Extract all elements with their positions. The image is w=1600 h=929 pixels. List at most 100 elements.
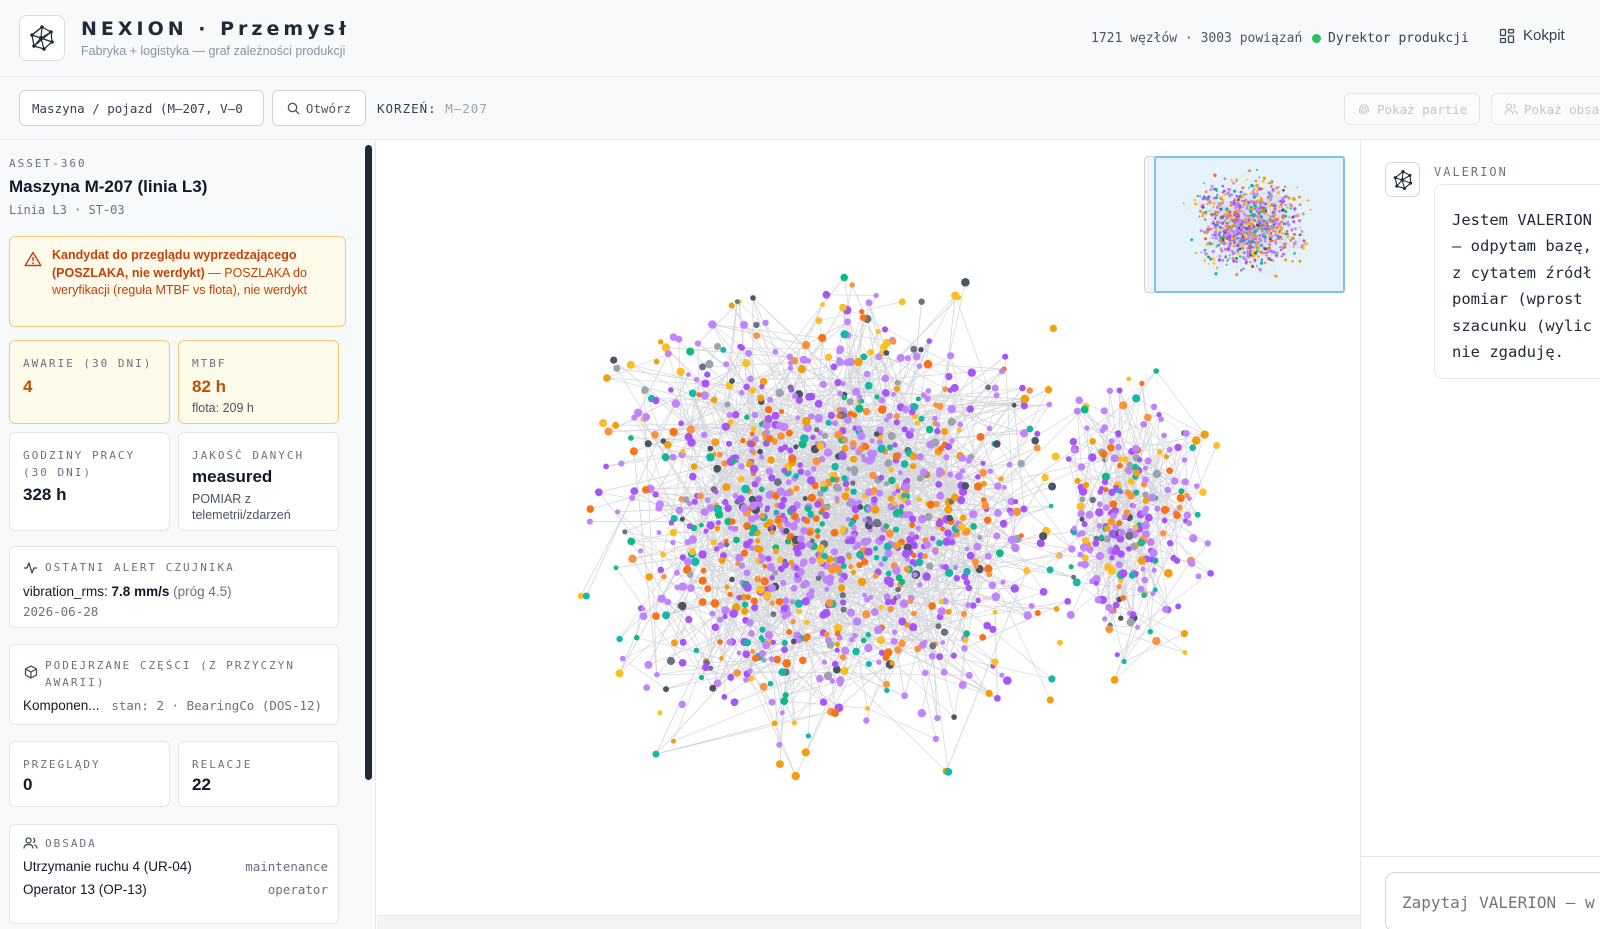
graph-node [850, 519, 856, 525]
graph-node [919, 468, 928, 476]
graph-node [675, 506, 684, 515]
graph-node [724, 542, 730, 548]
graph-node [894, 646, 902, 654]
graph-node [1119, 401, 1128, 410]
graph-node [687, 571, 694, 578]
graph-node [743, 383, 750, 391]
graph-node [876, 659, 882, 665]
graph-node [603, 463, 609, 470]
graph-node [952, 564, 959, 571]
graph-node [846, 466, 852, 472]
asset-search-input[interactable] [19, 90, 264, 126]
staff-row[interactable]: Utrzymanie ruchu 4 (UR-04) maintenance [23, 859, 328, 874]
graph-node [884, 459, 893, 467]
open-label: Otwórz [305, 100, 352, 116]
panel-scrollbar[interactable] [365, 145, 372, 780]
graph-node [935, 623, 942, 630]
graph-node [918, 347, 924, 353]
graph-node [840, 381, 846, 387]
graph-node [901, 405, 910, 413]
graph-node [852, 647, 860, 656]
network-logo-icon [30, 25, 54, 51]
graph-node [740, 320, 748, 329]
graph-node [949, 438, 955, 444]
graph-node [869, 471, 877, 480]
graph-node [892, 452, 901, 461]
show-batches-button[interactable]: Pokaż partie [1344, 93, 1481, 125]
graph-node [731, 526, 738, 532]
graph-node [814, 528, 821, 534]
graph-node [1137, 556, 1147, 565]
graph-node [1077, 551, 1084, 558]
graph-node [767, 456, 775, 464]
graph-node [986, 425, 993, 432]
graph-node [657, 566, 665, 574]
graph-node [883, 350, 890, 356]
minimap[interactable] [1154, 156, 1345, 293]
kokpit-button[interactable]: Kokpit [1499, 27, 1565, 44]
graph-node [999, 672, 1005, 678]
graph-node [782, 597, 790, 605]
graph-node [1146, 538, 1155, 546]
graph-node [689, 472, 697, 481]
graph-node [1057, 639, 1063, 646]
graph-node [1108, 488, 1116, 496]
graph-node [1106, 387, 1114, 394]
graph-node [1204, 540, 1211, 547]
graph-node [610, 356, 618, 364]
graph-node [1181, 457, 1188, 463]
graph-canvas[interactable] [377, 140, 1360, 929]
suspect-part-row[interactable]: Komponen... stan: 2 · BearingCo (DOS-12) [23, 698, 322, 713]
graph-node [970, 602, 977, 609]
graph-node [891, 491, 897, 497]
graph-node [1187, 496, 1192, 501]
graph-node [582, 592, 590, 600]
staff-row[interactable]: Operator 13 (OP-13) operator [23, 882, 328, 897]
graph-node [750, 649, 756, 654]
graph-node [836, 413, 842, 419]
user-role[interactable]: Dyrektor produkcji [1328, 31, 1469, 46]
graph-node [758, 486, 765, 493]
graph-node [768, 584, 776, 592]
graph-node [769, 575, 775, 581]
graph-node [896, 594, 902, 600]
graph-node [717, 451, 723, 458]
graph-node [1006, 461, 1013, 468]
suspect-part-name: Komponen... [23, 698, 100, 713]
graph-node [788, 386, 795, 393]
graph-node [1140, 421, 1148, 428]
graph-node [768, 656, 775, 662]
graph-node [834, 630, 841, 637]
graph-node [771, 411, 780, 420]
show-staff-button[interactable]: Pokaż obsadę [1491, 93, 1600, 125]
dashboard-icon [1499, 28, 1515, 43]
graph-node [926, 500, 935, 509]
graph-edge [1261, 188, 1274, 191]
graph-node [776, 522, 783, 529]
graph-node [875, 353, 882, 361]
graph-node [894, 379, 901, 386]
graph-node [991, 384, 999, 392]
graph-node [639, 612, 648, 621]
graph-node [757, 448, 763, 455]
graph-node [812, 515, 820, 522]
graph-node [1182, 430, 1190, 437]
graph-node [1077, 463, 1086, 471]
graph-node [840, 525, 846, 532]
graph-node [713, 504, 723, 514]
graph-node [1034, 430, 1041, 437]
graph-node [819, 610, 828, 619]
graph-node [627, 537, 636, 546]
graph-node [856, 425, 863, 432]
graph-node [808, 556, 817, 565]
graph-node [1084, 425, 1090, 431]
graph-node [612, 421, 620, 429]
graph-node [662, 611, 671, 620]
graph-node [815, 575, 822, 581]
graph-node [1107, 518, 1115, 526]
open-button[interactable]: Otwórz [272, 90, 366, 126]
graph-node [940, 526, 946, 532]
graph-node [1082, 481, 1090, 489]
graph-node [613, 364, 621, 372]
graph-node [698, 576, 707, 585]
